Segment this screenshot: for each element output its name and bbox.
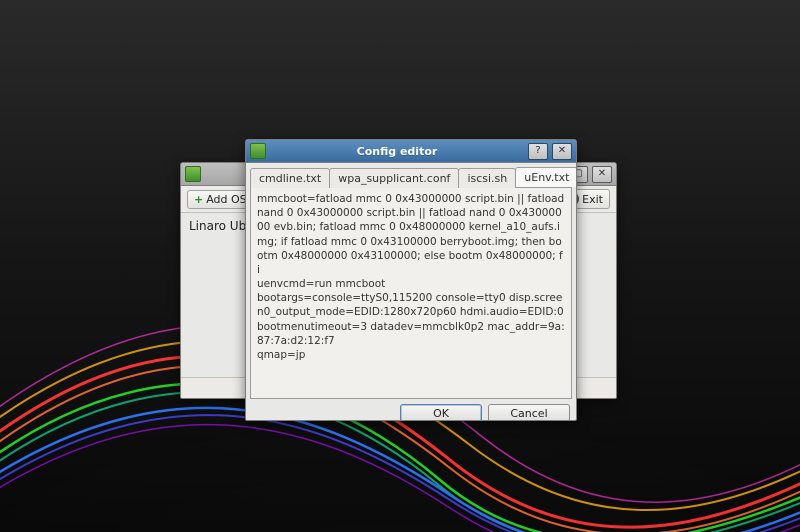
tab-label: iscsi.sh	[467, 172, 507, 185]
editor-frame	[250, 187, 572, 399]
close-button[interactable]: ✕	[552, 143, 572, 160]
config-textarea[interactable]	[251, 188, 571, 398]
tab-label: cmdline.txt	[259, 172, 321, 185]
tab-cmdline[interactable]: cmdline.txt	[250, 168, 330, 188]
add-os-label: Add OS	[206, 193, 246, 206]
tab-wpa[interactable]: wpa_supplicant.conf	[329, 168, 459, 188]
help-button[interactable]: ?	[528, 143, 548, 160]
dialog-button-row: OK Cancel	[246, 399, 576, 421]
desktop: – ▢ ✕ + Add OS Exit Linaro Ubu Disk: 331…	[0, 0, 800, 532]
qt-app-icon	[250, 143, 266, 159]
qt-app-icon	[185, 166, 201, 182]
cancel-button[interactable]: Cancel	[488, 404, 570, 421]
add-os-button[interactable]: + Add OS	[187, 190, 254, 209]
config-editor-title: Config editor	[270, 145, 524, 158]
plus-icon: +	[194, 193, 203, 206]
tab-uenv[interactable]: uEnv.txt	[515, 167, 577, 187]
config-editor-window: Config editor ? ✕ cmdline.txt wpa_suppli…	[245, 139, 577, 421]
tabs-row: cmdline.txt wpa_supplicant.conf iscsi.sh…	[246, 163, 576, 187]
tab-label: wpa_supplicant.conf	[338, 172, 450, 185]
tab-label: uEnv.txt	[524, 171, 569, 184]
ok-button[interactable]: OK	[400, 404, 482, 421]
config-editor-titlebar[interactable]: Config editor ? ✕	[246, 140, 576, 163]
close-button[interactable]: ✕	[592, 166, 612, 183]
exit-label: Exit	[582, 193, 603, 206]
tab-iscsi[interactable]: iscsi.sh	[458, 168, 516, 188]
